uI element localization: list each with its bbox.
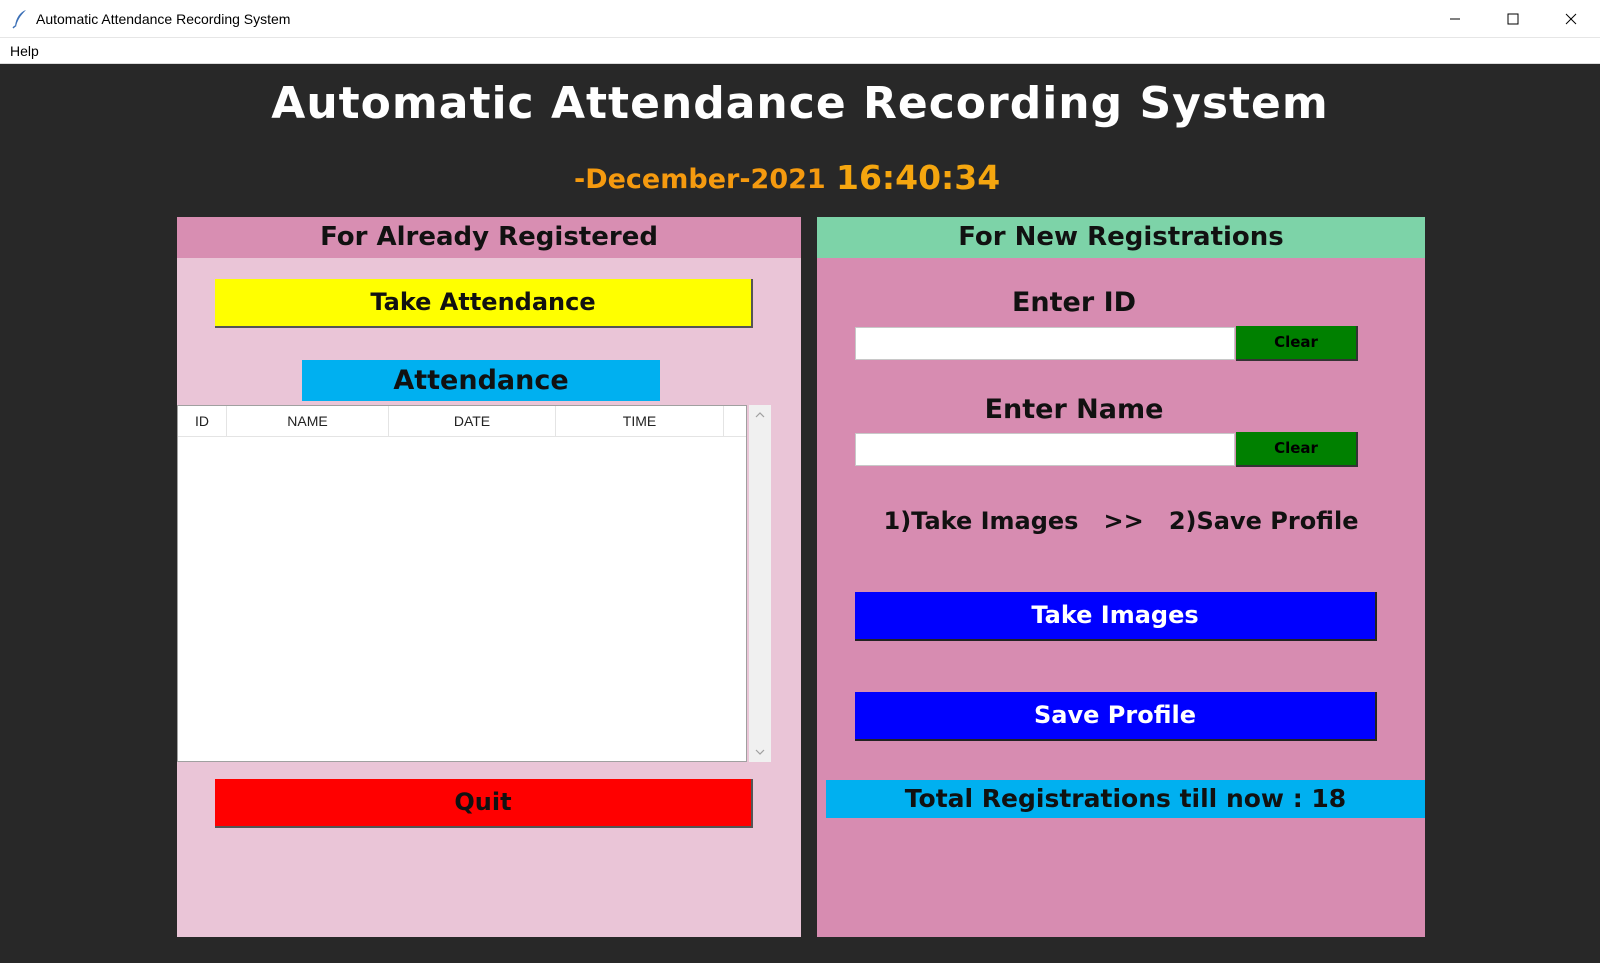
feather-icon (12, 9, 28, 29)
column-header-name[interactable]: NAME (227, 406, 389, 436)
maximize-button[interactable] (1484, 0, 1542, 38)
app-window: Automatic Attendance Recording System He… (0, 0, 1600, 963)
column-header-id[interactable]: ID (178, 406, 227, 436)
maximize-icon (1507, 13, 1519, 25)
step-two-text: 2)Save Profile (1168, 507, 1359, 535)
chevron-up-icon (755, 412, 765, 418)
attendance-table[interactable]: ID NAME DATE TIME (177, 405, 747, 762)
name-input[interactable] (855, 433, 1235, 466)
page-title: Automatic Attendance Recording System (271, 78, 1329, 129)
datetime-row: -December-2021 16:40:34 (0, 156, 1600, 200)
registered-panel: For Already Registered Take Attendance A… (177, 217, 801, 937)
close-button[interactable] (1542, 0, 1600, 38)
step-separator: >> (1103, 507, 1144, 535)
close-icon (1565, 13, 1577, 25)
column-header-time[interactable]: TIME (556, 406, 724, 436)
attendance-heading: Attendance (302, 360, 660, 401)
menu-bar: Help (0, 38, 1600, 64)
step-one-text: 1)Take Images (883, 507, 1079, 535)
clock-label: 16:40:34 (836, 158, 1001, 197)
clear-name-button[interactable]: Clear (1236, 432, 1358, 467)
attendance-table-scrollbar[interactable] (749, 405, 771, 762)
new-registration-panel: For New Registrations Enter ID Clear Ent… (817, 217, 1425, 937)
window-title: Automatic Attendance Recording System (36, 11, 291, 27)
scroll-up-button[interactable] (749, 405, 771, 425)
registration-steps: 1)Take Images >> 2)Save Profile (817, 507, 1425, 535)
registered-panel-title: For Already Registered (177, 217, 801, 258)
chevron-down-icon (755, 749, 765, 755)
menu-help[interactable]: Help (6, 38, 43, 64)
date-label: -December-2021 (574, 164, 826, 195)
minimize-icon (1450, 18, 1460, 20)
quit-button[interactable]: Quit (215, 779, 753, 828)
column-header-date[interactable]: DATE (389, 406, 556, 436)
title-bar: Automatic Attendance Recording System (0, 0, 1600, 38)
minimize-button[interactable] (1426, 0, 1484, 38)
enter-name-label: Enter Name (984, 394, 1164, 425)
total-registrations-label: Total Registrations till now : 18 (826, 780, 1425, 818)
clear-id-button[interactable]: Clear (1236, 326, 1358, 361)
id-input[interactable] (855, 327, 1235, 360)
take-images-button[interactable]: Take Images (855, 592, 1377, 641)
take-attendance-button[interactable]: Take Attendance (215, 279, 753, 328)
enter-id-label: Enter ID (1011, 287, 1137, 318)
save-profile-button[interactable]: Save Profile (855, 692, 1377, 741)
new-registration-panel-title: For New Registrations (817, 217, 1425, 258)
attendance-table-header: ID NAME DATE TIME (178, 406, 746, 437)
scroll-down-button[interactable] (749, 742, 771, 762)
